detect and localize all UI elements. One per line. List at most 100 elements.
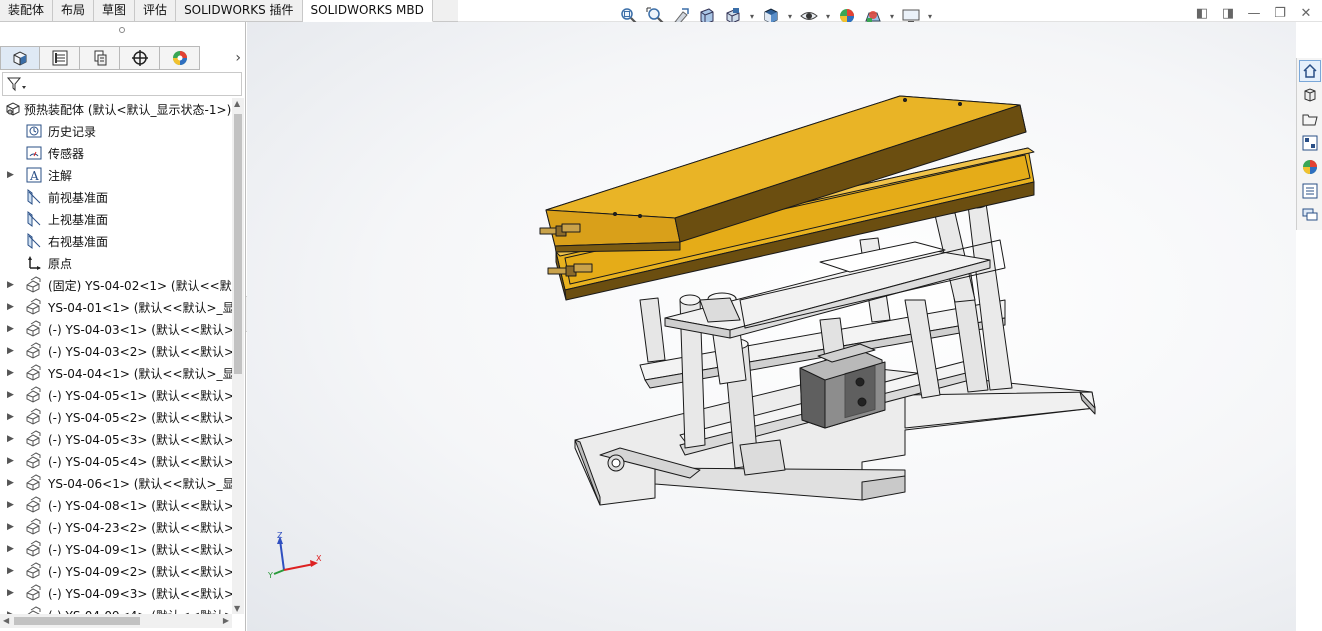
expand-arrow-icon[interactable]: ▶ — [7, 588, 15, 598]
solidworks-resources-icon[interactable] — [1299, 60, 1321, 82]
chevron-down-icon[interactable]: ▾ — [824, 12, 832, 21]
tree-item[interactable]: ▶ (-) YS-04-09<3> (默认<<默认>_ — [0, 582, 232, 604]
tab-solidworks-addins[interactable]: SOLIDWORKS 插件 — [176, 0, 303, 22]
chevron-right-icon[interactable]: › — [235, 50, 241, 66]
expand-arrow-icon[interactable]: ▶ — [7, 302, 15, 312]
tree-item[interactable]: ▶ A 注解 — [0, 164, 232, 186]
tree-item[interactable]: ▶ (固定) YS-04-02<1> (默认<<默认 — [0, 274, 232, 296]
chevron-down-icon[interactable]: ▾ — [888, 12, 896, 21]
tree-root-assembly[interactable]: 预热装配体 (默认<默认_显示状态-1>) — [0, 98, 232, 120]
tab-sketch[interactable]: 草图 — [94, 0, 136, 22]
panel-collapse-handle[interactable] — [119, 27, 125, 33]
tree-item[interactable]: 右视基准面 — [0, 230, 232, 252]
chevron-down-icon[interactable]: ▾ — [748, 12, 756, 21]
tree-item-label: (-) YS-04-08<1> (默认<<默认>_ — [48, 498, 232, 513]
tree-item[interactable]: 原点 — [0, 252, 232, 274]
svg-text:A: A — [29, 169, 39, 183]
scroll-up-icon[interactable]: ▲ — [234, 99, 240, 108]
restore-icon[interactable]: ❐ — [1272, 6, 1288, 22]
expand-arrow-icon[interactable]: ▶ — [7, 456, 15, 466]
scroll-thumb[interactable] — [14, 617, 140, 625]
scroll-thumb[interactable] — [234, 114, 242, 374]
plane-icon — [25, 232, 43, 250]
part-icon — [25, 342, 43, 360]
tree-item[interactable]: ▶ (-) YS-04-08<1> (默认<<默认>_ — [0, 494, 232, 516]
design-library-icon[interactable] — [1299, 84, 1321, 106]
expand-arrow-icon[interactable]: ▶ — [7, 500, 15, 510]
tree-item[interactable]: ▶ YS-04-06<1> (默认<<默认>_显示 — [0, 472, 232, 494]
tree-horizontal-scrollbar[interactable]: ◀ ▶ — [0, 614, 232, 628]
tree-item-label: 右视基准面 — [48, 234, 109, 249]
tree-item[interactable]: ▶ (-) YS-04-23<2> (默认<<默认>_ — [0, 516, 232, 538]
assembly-model[interactable] — [247, 22, 1296, 631]
expand-arrow-icon[interactable]: ▶ — [7, 522, 15, 532]
expand-arrow-icon[interactable]: ▶ — [7, 324, 15, 334]
tab-solidworks-mbd[interactable]: SOLIDWORKS MBD — [302, 0, 433, 22]
tree-item[interactable]: ▶ (-) YS-04-05<4> (默认<<默认>_ — [0, 450, 232, 472]
scroll-left-icon[interactable]: ◀ — [3, 616, 9, 625]
expand-arrow-icon[interactable]: ▶ — [7, 390, 15, 400]
expand-arrow-icon[interactable]: ▶ — [7, 170, 15, 180]
tree-item[interactable]: 前视基准面 — [0, 186, 232, 208]
expand-arrow-icon[interactable]: ▶ — [7, 478, 15, 488]
display-manager-tab[interactable] — [160, 46, 200, 70]
tree-item[interactable]: ▶(-) YS-04-09<4> (默认<<默认>_ — [0, 604, 232, 614]
scroll-down-icon[interactable]: ▼ — [234, 604, 240, 613]
graphics-area[interactable] — [247, 22, 1296, 631]
tree-item-label: (-) YS-04-09<3> (默认<<默认>_ — [48, 586, 232, 601]
tree-item[interactable]: ▶ (-) YS-04-09<1> (默认<<默认>_ — [0, 538, 232, 560]
file-explorer-icon[interactable] — [1299, 108, 1321, 130]
close-icon[interactable]: ✕ — [1298, 6, 1314, 22]
tree-item[interactable]: 历史记录 — [0, 120, 232, 142]
tile-right-icon[interactable]: ◨ — [1220, 6, 1236, 22]
tree-item[interactable]: ▶ (-) YS-04-05<2> (默认<<默认>_ — [0, 406, 232, 428]
forum-icon[interactable] — [1299, 204, 1321, 226]
tree-item[interactable]: ▶ (-) YS-04-03<2> (默认<<默认>_ — [0, 340, 232, 362]
expand-arrow-icon[interactable]: ▶ — [7, 346, 15, 356]
custom-properties-icon[interactable] — [1299, 180, 1321, 202]
filter-icon[interactable] — [6, 76, 28, 92]
expand-arrow-icon[interactable]: ▶ — [7, 434, 15, 444]
expand-arrow-icon[interactable]: ▶ — [7, 544, 15, 554]
tree-item[interactable]: 传感器 — [0, 142, 232, 164]
part-icon — [25, 386, 43, 404]
tab-evaluate[interactable]: 评估 — [135, 0, 177, 22]
dimxpert-tab[interactable] — [120, 46, 160, 70]
tab-assembly[interactable]: 装配体 — [0, 0, 54, 22]
tab-layout[interactable]: 布局 — [53, 0, 95, 22]
view-palette-icon[interactable] — [1299, 132, 1321, 154]
annotation-icon: A — [25, 166, 43, 184]
tree-item-label: YS-04-04<1> (默认<<默认>_显示 — [48, 366, 232, 381]
configuration-manager-tab[interactable] — [80, 46, 120, 70]
part-icon — [25, 430, 43, 448]
scroll-right-icon[interactable]: ▶ — [223, 616, 229, 625]
display-manager-icon — [172, 51, 187, 65]
minimize-icon[interactable]: — — [1246, 6, 1262, 22]
appearances-icon[interactable] — [1299, 156, 1321, 178]
tree-item[interactable]: 上视基准面 — [0, 208, 232, 230]
window-controls: ◧ ◨ — ❐ ✕ — [1194, 6, 1314, 22]
part-icon — [25, 298, 43, 316]
tree-item-label: 预热装配体 (默认<默认_显示状态-1>) — [24, 102, 232, 117]
tree-item[interactable]: ▶ (-) YS-04-05<1> (默认<<默认>_ — [0, 384, 232, 406]
chevron-down-icon[interactable]: ▾ — [926, 12, 934, 21]
tree-item-label: (-) YS-04-03<1> (默认<<默认>_ — [48, 322, 232, 337]
tree-item-label: (-) YS-04-05<2> (默认<<默认>_ — [48, 410, 232, 425]
expand-arrow-icon[interactable]: ▶ — [7, 412, 15, 422]
expand-arrow-icon[interactable]: ▶ — [7, 368, 15, 378]
history-icon — [25, 122, 43, 140]
tree-filter[interactable] — [2, 72, 242, 96]
tree-item[interactable]: ▶ YS-04-04<1> (默认<<默认>_显示 — [0, 362, 232, 384]
tree-item[interactable]: ▶ (-) YS-04-05<3> (默认<<默认>_ — [0, 428, 232, 450]
chevron-down-icon[interactable]: ▾ — [786, 12, 794, 21]
expand-arrow-icon[interactable]: ▶ — [7, 566, 15, 576]
tree-vertical-scrollbar[interactable]: ▲ ▼ — [232, 98, 244, 614]
feature-manager-tab[interactable] — [0, 46, 40, 70]
feature-tree: 预热装配体 (默认<默认_显示状态-1>) 历史记录 传感器 ▶ A 注解 前视基准面 上视基… — [0, 98, 232, 614]
property-manager-tab[interactable] — [40, 46, 80, 70]
tree-item[interactable]: ▶ (-) YS-04-03<1> (默认<<默认>_ — [0, 318, 232, 340]
expand-arrow-icon[interactable]: ▶ — [7, 280, 15, 290]
tile-left-icon[interactable]: ◧ — [1194, 6, 1210, 22]
tree-item[interactable]: ▶ YS-04-01<1> (默认<<默认>_显示 — [0, 296, 232, 318]
tree-item[interactable]: ▶ (-) YS-04-09<2> (默认<<默认>_ — [0, 560, 232, 582]
